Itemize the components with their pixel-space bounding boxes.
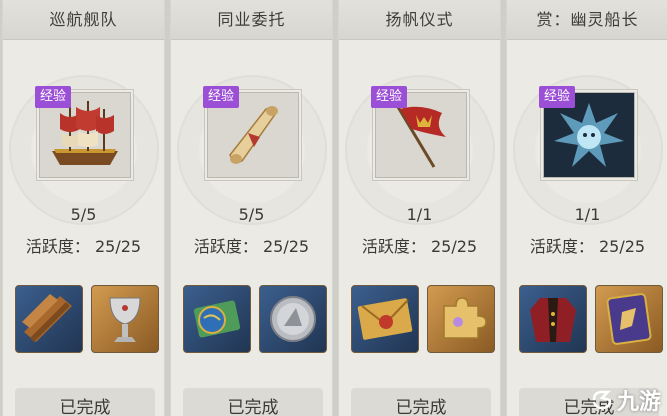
rune-card-icon bbox=[606, 293, 652, 345]
site-watermark: 九游 bbox=[590, 386, 661, 415]
task-card-ghost-captain-bounty[interactable]: 赏：幽灵船长 经验 1/1 活跃度： 25/25 已完成 bbox=[506, 0, 667, 416]
puzzle-piece-icon bbox=[443, 297, 487, 339]
reward-slot[interactable] bbox=[351, 285, 419, 353]
sea-chart-icon bbox=[193, 300, 241, 338]
task-card-sailing-ceremony[interactable]: 扬帆仪式 经验 1/1 活跃度： 25/25 已完成 bbox=[338, 0, 501, 416]
activity-points: 活跃度： 25/25 bbox=[193, 237, 310, 256]
task-card-cruise-fleet[interactable]: 巡航舰队 经验 5/5 活跃度： 25/25 已完成 bbox=[2, 0, 165, 416]
completed-button[interactable]: 已完成 bbox=[183, 388, 323, 416]
reward-slot[interactable] bbox=[259, 285, 327, 353]
watermark-text: 九游 bbox=[616, 390, 661, 415]
card-title: 赏：幽灵船长 bbox=[507, 0, 667, 40]
reward-list bbox=[15, 285, 159, 353]
exp-tag: 经验 bbox=[539, 86, 576, 108]
captain-coat-icon bbox=[530, 298, 576, 342]
task-progress: 5/5 bbox=[238, 205, 265, 224]
reward-list bbox=[351, 285, 495, 353]
wood-planks-icon bbox=[22, 294, 72, 342]
card-title: 同业委托 bbox=[171, 0, 332, 40]
silver-coin-icon bbox=[270, 296, 316, 342]
exp-tag: 经验 bbox=[371, 86, 408, 108]
reward-slot[interactable] bbox=[595, 285, 663, 353]
activity-points: 活跃度： 25/25 bbox=[361, 237, 478, 256]
reward-slot[interactable] bbox=[519, 285, 587, 353]
task-progress: 1/1 bbox=[574, 205, 601, 224]
reward-slot[interactable] bbox=[427, 285, 495, 353]
completed-button[interactable]: 已完成 bbox=[351, 388, 491, 416]
nine-game-logo-icon bbox=[592, 390, 612, 410]
exp-tag: 经验 bbox=[35, 86, 72, 108]
activity-points: 活跃度： 25/25 bbox=[529, 237, 646, 256]
silver-goblet-icon bbox=[109, 297, 141, 342]
reward-slot[interactable] bbox=[91, 285, 159, 353]
task-progress: 5/5 bbox=[70, 205, 97, 224]
reward-list bbox=[183, 285, 327, 353]
exp-tag: 经验 bbox=[203, 86, 240, 108]
task-card-peer-commission[interactable]: 同业委托 经验 5/5 活跃度： 25/25 已完成 bbox=[170, 0, 333, 416]
task-progress: 1/1 bbox=[406, 205, 433, 224]
sealed-letter-icon bbox=[357, 298, 413, 340]
reward-slot[interactable] bbox=[183, 285, 251, 353]
completed-button[interactable]: 已完成 bbox=[15, 388, 155, 416]
card-title: 扬帆仪式 bbox=[339, 0, 500, 40]
activity-points: 活跃度： 25/25 bbox=[25, 237, 142, 256]
reward-slot[interactable] bbox=[15, 285, 83, 353]
reward-list bbox=[519, 285, 663, 353]
card-title: 巡航舰队 bbox=[3, 0, 164, 40]
